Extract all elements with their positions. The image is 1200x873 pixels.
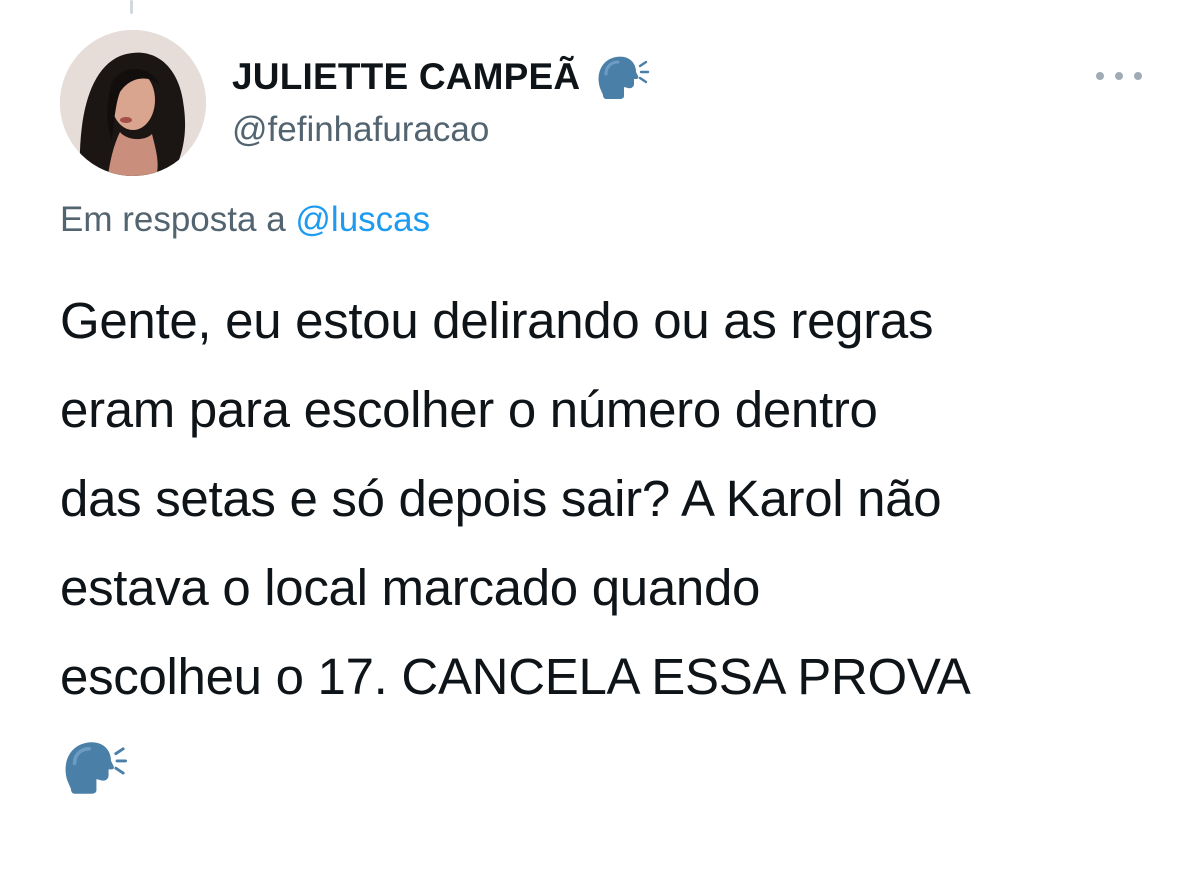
tweet-text-line: das setas e só depois sair? A Karol não: [60, 470, 942, 527]
more-options-icon-dot: [1115, 72, 1123, 80]
tweet-text-line: escolheu o 17. CANCELA ESSA PROVA: [60, 648, 971, 705]
tweet-text-line: estava o local marcado quando: [60, 559, 761, 616]
tweet-text-line: Gente, eu estou delirando ou as regras: [60, 292, 934, 349]
thread-connector-line: [130, 0, 133, 14]
author-name-row[interactable]: JULIETTE CAMPEÃ: [232, 52, 650, 102]
avatar-photo: [60, 30, 206, 176]
reply-context: Em resposta a @luscas: [60, 200, 430, 240]
author-display-name[interactable]: JULIETTE CAMPEÃ: [232, 56, 580, 98]
reply-mention-link[interactable]: @luscas: [295, 200, 430, 239]
more-options-icon: [1096, 72, 1104, 80]
tweet-text: Gente, eu estou delirando ou as regras e…: [60, 276, 1180, 721]
avatar[interactable]: [60, 30, 206, 176]
author-handle[interactable]: @fefinhafuracao: [232, 110, 489, 150]
reply-prefix: Em resposta a: [60, 200, 286, 239]
tweet-text-line: eram para escolher o número dentro: [60, 381, 878, 438]
speaking-head-icon: [594, 54, 650, 100]
speaking-head-icon: [60, 738, 128, 801]
more-options-icon-dot: [1134, 72, 1142, 80]
more-options-button[interactable]: [1096, 62, 1142, 90]
